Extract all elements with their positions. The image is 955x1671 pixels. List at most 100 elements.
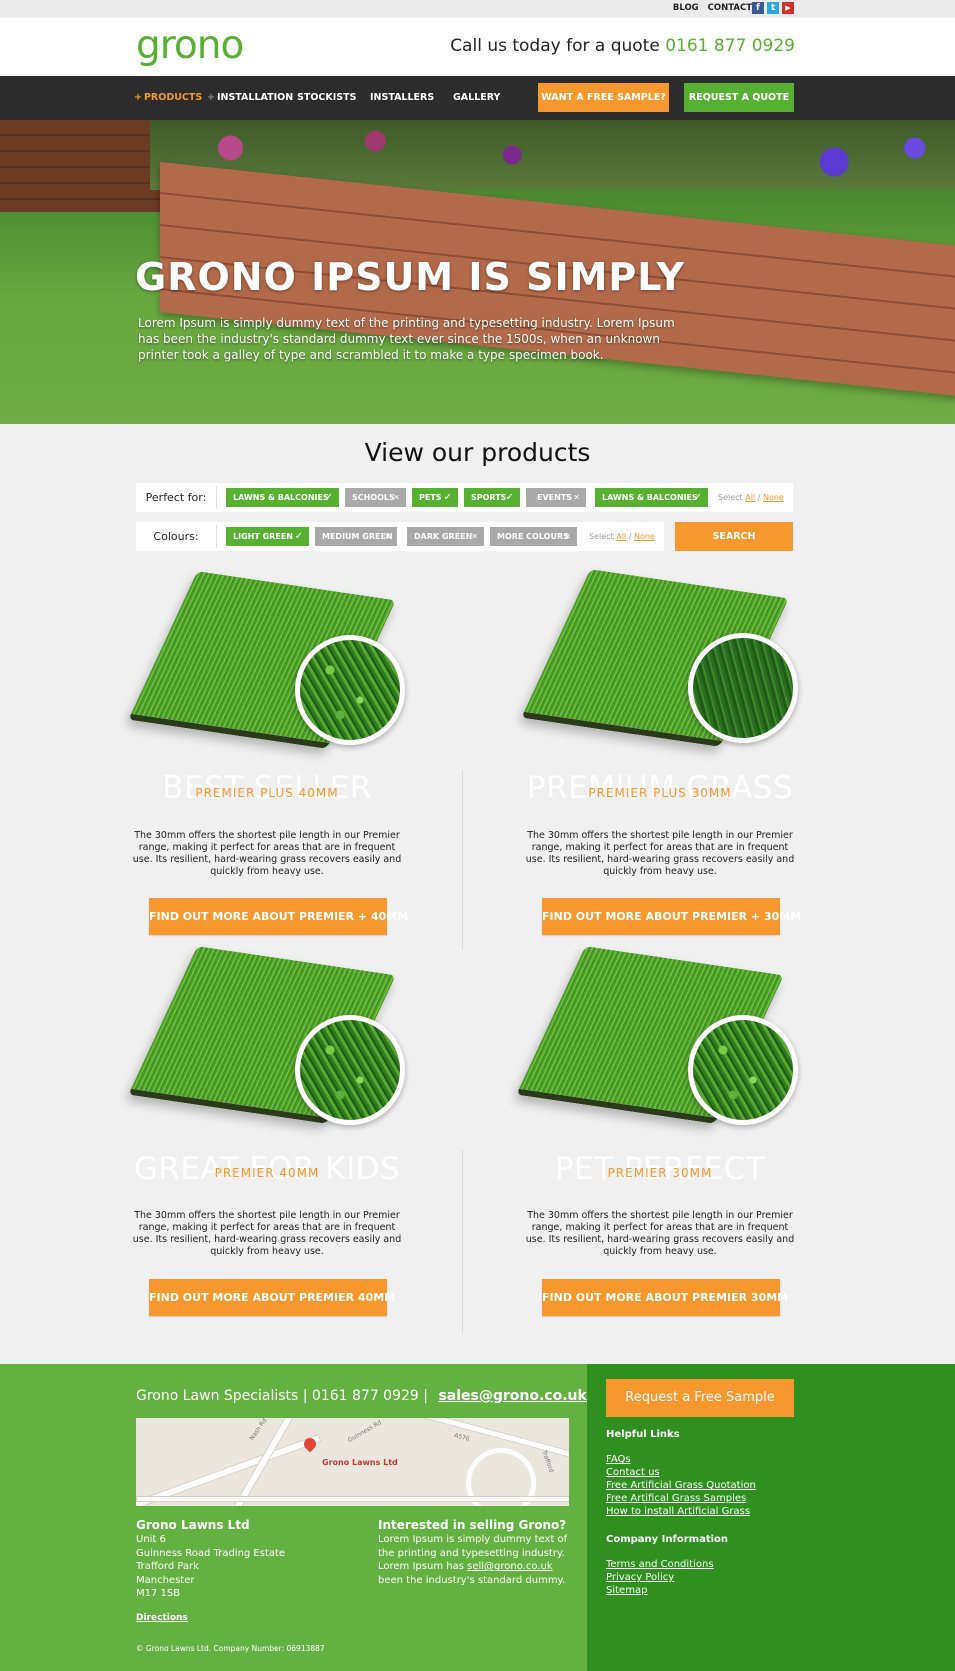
nav-item-installation[interactable]: + INSTALLATION	[207, 92, 293, 103]
column-divider	[462, 770, 463, 950]
check-icon: ✓	[443, 492, 452, 503]
plus-icon: +	[207, 92, 215, 103]
company-links: Terms and Conditions Privacy Policy Site…	[606, 1558, 714, 1597]
contact-text: Grono Lawn Specialists | 0161 877 0929 |	[136, 1388, 428, 1404]
address-line: Unit 6	[136, 1534, 166, 1545]
turf-closeup-image	[688, 1015, 798, 1125]
select-none-link[interactable]: None	[634, 532, 655, 541]
tag-medium-green[interactable]: MEDIUM GREEN ✕	[315, 527, 397, 546]
product-card: PREMIUM GRASS PREMIER PLUS 30MM The 30mm…	[510, 569, 810, 935]
close-icon: ✕	[393, 493, 400, 502]
tag-label: EVENTS	[537, 493, 573, 502]
phone-number[interactable]: 0161 877 0929	[665, 36, 795, 56]
product-description: The 30mm offers the shortest pile length…	[525, 830, 795, 877]
nav-item-products[interactable]: + PRODUCTS	[134, 92, 202, 103]
turf-closeup-image	[295, 635, 405, 745]
close-icon: ✕	[564, 532, 571, 541]
selling-text: Lorem Ipsum is simply dummy text of the …	[378, 1533, 567, 1587]
tag-light-green[interactable]: LIGHT GREEN ✓	[226, 527, 309, 546]
address-line: M17 1SB	[136, 1588, 181, 1599]
tag-more-colours[interactable]: MORE COLOURS ✕	[490, 527, 577, 546]
social-links: f t ▶	[752, 2, 794, 14]
select-none-link[interactable]: None	[763, 493, 784, 502]
utility-bar: BLOG CONTACT f t ▶	[0, 0, 955, 18]
nav-item-gallery[interactable]: GALLERY	[453, 92, 500, 103]
find-out-more-button[interactable]: FIND OUT MORE ABOUT PREMIER + 30MM	[542, 898, 801, 935]
tag-pets[interactable]: PETS ✓	[412, 488, 458, 507]
products-heading: View our products	[364, 438, 591, 467]
tag-label: MORE COLOURS	[497, 532, 569, 541]
privacy-link[interactable]: Privacy Policy	[606, 1571, 714, 1584]
request-quote-button[interactable]: REQUEST A QUOTE	[684, 83, 794, 112]
tag-label: SPORTS	[471, 493, 507, 502]
contact-us-link[interactable]: Contact us	[606, 1466, 756, 1479]
product-name: PREMIER PLUS 40MM	[195, 786, 339, 800]
close-icon: ✕	[573, 493, 580, 502]
tag-label: PETS	[419, 493, 442, 502]
youtube-icon[interactable]: ▶	[782, 2, 794, 14]
samples-link[interactable]: Free Artifical Grass Samples	[606, 1492, 756, 1505]
hero-text: Lorem Ipsum is simply dummy text of the …	[138, 316, 675, 362]
nav-label: PRODUCTS	[143, 92, 203, 103]
utility-links: BLOG CONTACT	[673, 3, 752, 13]
product-name: PREMIER 30MM	[607, 1166, 713, 1180]
copyright: © Grono Lawns Ltd. Company Number: 06913…	[136, 1644, 325, 1653]
terms-link[interactable]: Terms and Conditions	[606, 1558, 714, 1571]
tag-label: LAWNS & BALCONIES	[233, 493, 329, 502]
filter-divider	[216, 525, 217, 548]
faqs-link[interactable]: FAQs	[606, 1453, 756, 1466]
tag-label: DARK GREEN	[414, 532, 473, 541]
sell-email-link[interactable]: sell@grono.co.uk	[467, 1561, 552, 1572]
colours-label: Colours:	[153, 530, 199, 543]
search-button[interactable]: SEARCH	[675, 522, 793, 551]
tag-schools[interactable]: SCHOOLS ✕	[345, 488, 406, 507]
twitter-icon[interactable]: t	[767, 2, 779, 14]
sales-email-link[interactable]: sales@grono.co.uk	[438, 1388, 586, 1404]
location-map[interactable]: Nash Rd Guinness Rd A576 Trafford Grono …	[136, 1418, 569, 1506]
facebook-icon[interactable]: f	[752, 2, 764, 14]
nav-item-stockists[interactable]: STOCKISTS	[297, 92, 356, 103]
contact-link[interactable]: CONTACT	[708, 3, 752, 13]
blog-link[interactable]: BLOG	[673, 3, 699, 13]
find-out-more-button[interactable]: FIND OUT MORE ABOUT PREMIER + 40MM	[149, 898, 408, 935]
tag-dark-green[interactable]: DARK GREEN ✕	[407, 527, 484, 546]
main-nav: + PRODUCTS + INSTALLATION STOCKISTS INSTAL…	[0, 76, 955, 120]
tag-lawns-balconies-2[interactable]: LAWNS & BALCONIES ✓	[595, 488, 708, 507]
hero-banner: GRONO IPSUM IS SIMPLY Lorem Ipsum is sim…	[0, 120, 955, 424]
plus-icon: +	[134, 92, 142, 103]
nav-item-installers[interactable]: INSTALLERS	[370, 92, 434, 103]
colours-filter: Colours: LIGHT GREEN ✓ MEDIUM GREEN ✕ DARK…	[136, 522, 664, 551]
tag-sports[interactable]: SPORTS ✓	[464, 488, 520, 507]
address-line: Trafford Park	[136, 1561, 199, 1572]
close-icon: ✕	[384, 532, 391, 541]
request-free-sample-button[interactable]: Request a Free Sample	[606, 1379, 794, 1417]
tag-label: LAWNS & BALCONIES	[602, 493, 698, 502]
sitemap-link[interactable]: Sitemap	[606, 1584, 714, 1597]
slash: /	[757, 493, 761, 502]
install-guide-link[interactable]: How to install Artificial Grass	[606, 1505, 756, 1518]
hero-title: GRONO IPSUM IS SIMPLY	[135, 255, 686, 299]
street-label: A576	[453, 1432, 471, 1443]
selling-line: the printing and typesetting industry.	[378, 1547, 565, 1559]
tag-events[interactable]: EVENTS ✕	[526, 488, 586, 507]
check-icon: ✓	[693, 492, 702, 503]
product-card: PET PERFECT PREMIER 30MM The 30mm offers…	[510, 946, 810, 1316]
directions-link[interactable]: Directions	[136, 1613, 188, 1623]
product-name: PREMIER PLUS 30MM	[588, 786, 732, 800]
column-divider	[462, 1150, 463, 1333]
find-out-more-button[interactable]: FIND OUT MORE ABOUT PREMIER 30MM	[542, 1279, 788, 1316]
select-all-link[interactable]: All	[745, 493, 755, 502]
product-description: The 30mm offers the shortest pile length…	[525, 1210, 795, 1257]
free-sample-button[interactable]: WANT A FREE SAMPLE?	[538, 83, 669, 112]
tag-label: LIGHT GREEN	[233, 532, 293, 541]
find-out-more-button[interactable]: FIND OUT MORE ABOUT PREMIER 40MM	[149, 1279, 395, 1316]
grono-logo[interactable]: grono	[136, 26, 244, 66]
select-all-none: Select All / None	[718, 483, 784, 512]
company-address: Unit 6 Guinness Road Trading Estate Traf…	[136, 1533, 285, 1601]
select-all-link[interactable]: All	[616, 532, 626, 541]
tag-lawns-balconies[interactable]: LAWNS & BALCONIES ✓	[226, 488, 339, 507]
nav-label: INSTALLATION	[216, 92, 294, 103]
slash: /	[628, 532, 632, 541]
quotation-link[interactable]: Free Artificial Grass Quotation	[606, 1479, 756, 1492]
helpful-links: FAQs Contact us Free Artificial Grass Qu…	[606, 1453, 756, 1518]
